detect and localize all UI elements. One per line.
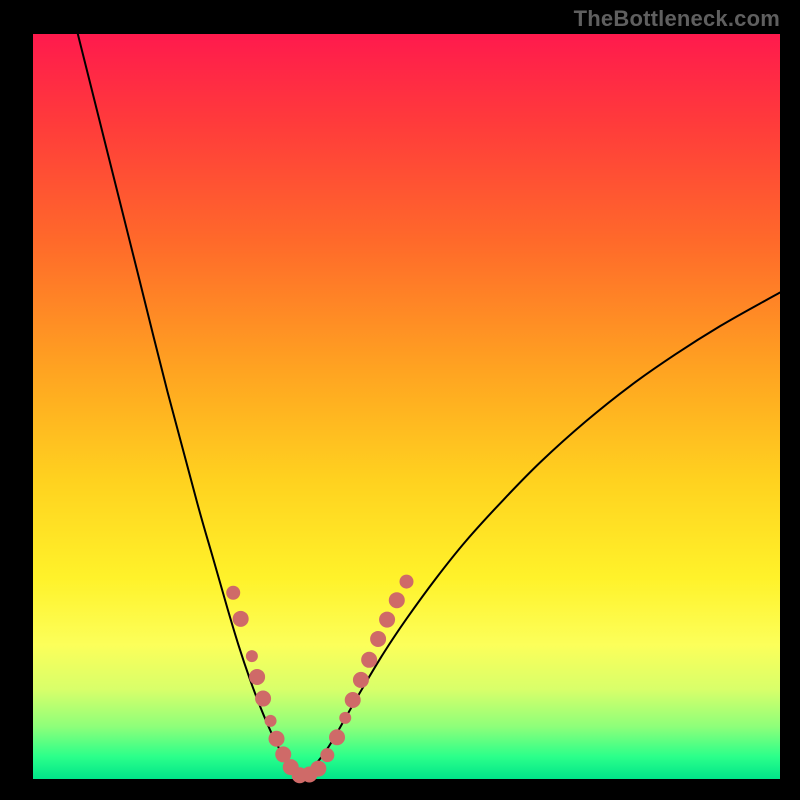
marker-dot [226,586,240,600]
marker-dot [310,761,326,777]
marker-dot [353,672,369,688]
marker-dot [345,692,361,708]
marker-dot [249,669,265,685]
marker-dot [370,631,386,647]
marker-dot [379,612,395,628]
chart-frame: TheBottleneck.com [0,0,800,800]
marker-dot [255,691,271,707]
curve-curve-right [300,293,780,777]
marker-dot [400,575,414,589]
marker-dot [389,592,405,608]
marker-dot [320,748,334,762]
marker-dot [233,611,249,627]
marker-dot [269,731,285,747]
marker-dot [246,650,258,662]
marker-dot [339,712,351,724]
marker-dot [361,652,377,668]
curve-curve-left [78,34,300,776]
marker-dot [329,729,345,745]
chart-svg [0,0,800,800]
marker-dot [265,715,277,727]
